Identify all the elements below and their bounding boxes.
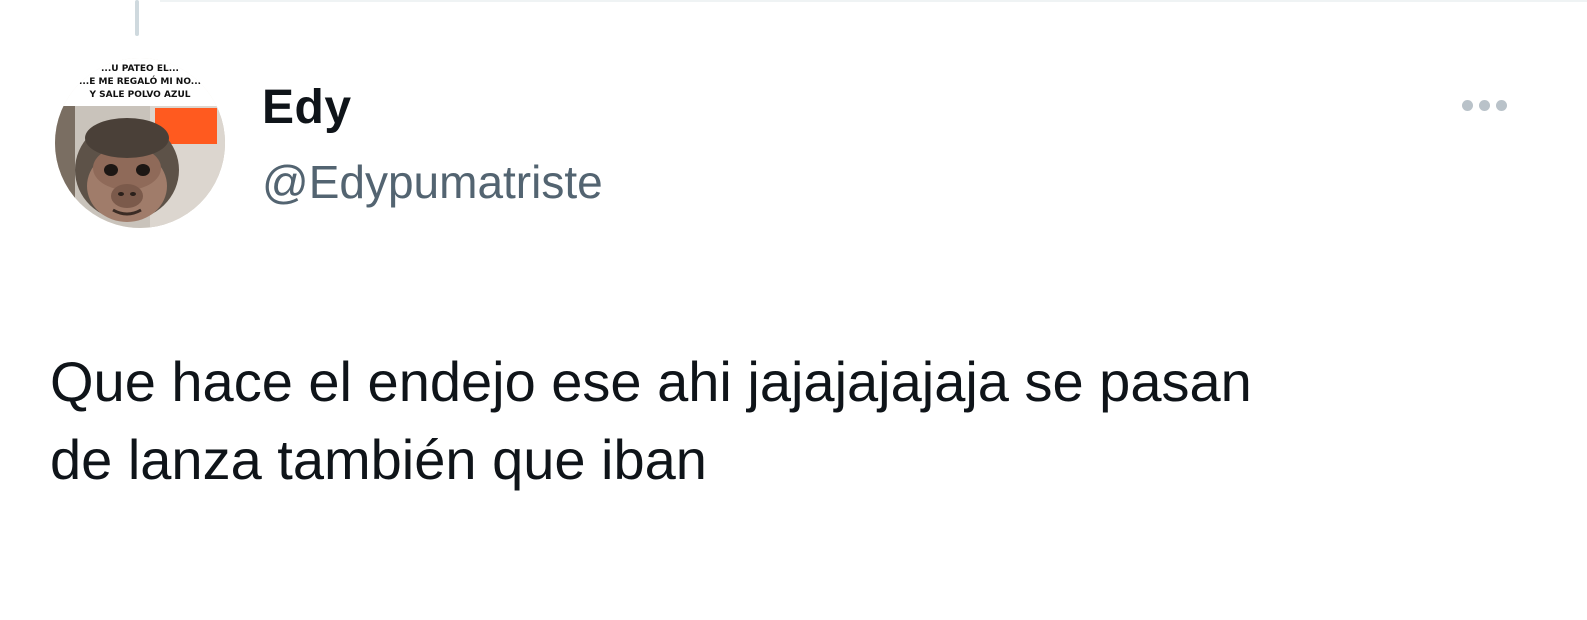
tweet-text: Que hace el endejo ese ahi jajajajajaja … — [50, 350, 1252, 491]
more-horizontal-icon — [1461, 99, 1473, 111]
author-display-name[interactable]: Edy — [262, 78, 603, 138]
avatar-caption-line-2: ...E ME REGALÓ MI NO... — [79, 75, 201, 87]
avatar[interactable]: ...U PATEO EL... ...E ME REGALÓ MI NO...… — [55, 58, 225, 228]
more-options-button[interactable] — [1448, 88, 1520, 122]
author-handle[interactable]: @Edypumatriste — [262, 154, 603, 210]
thread-connector-line — [135, 0, 139, 36]
more-horizontal-icon-dot-2 — [1478, 99, 1490, 111]
avatar-caption-line-1: ...U PATEO EL... — [101, 64, 179, 74]
top-divider — [160, 0, 1587, 2]
author-info: Edy @Edypumatriste — [262, 78, 603, 210]
monkey-meme-avatar-icon: ...U PATEO EL... ...E ME REGALÓ MI NO...… — [55, 58, 225, 228]
more-horizontal-icon-dot-3 — [1495, 99, 1507, 111]
avatar-caption-line-3: Y SALE POLVO AZUL — [89, 90, 191, 100]
